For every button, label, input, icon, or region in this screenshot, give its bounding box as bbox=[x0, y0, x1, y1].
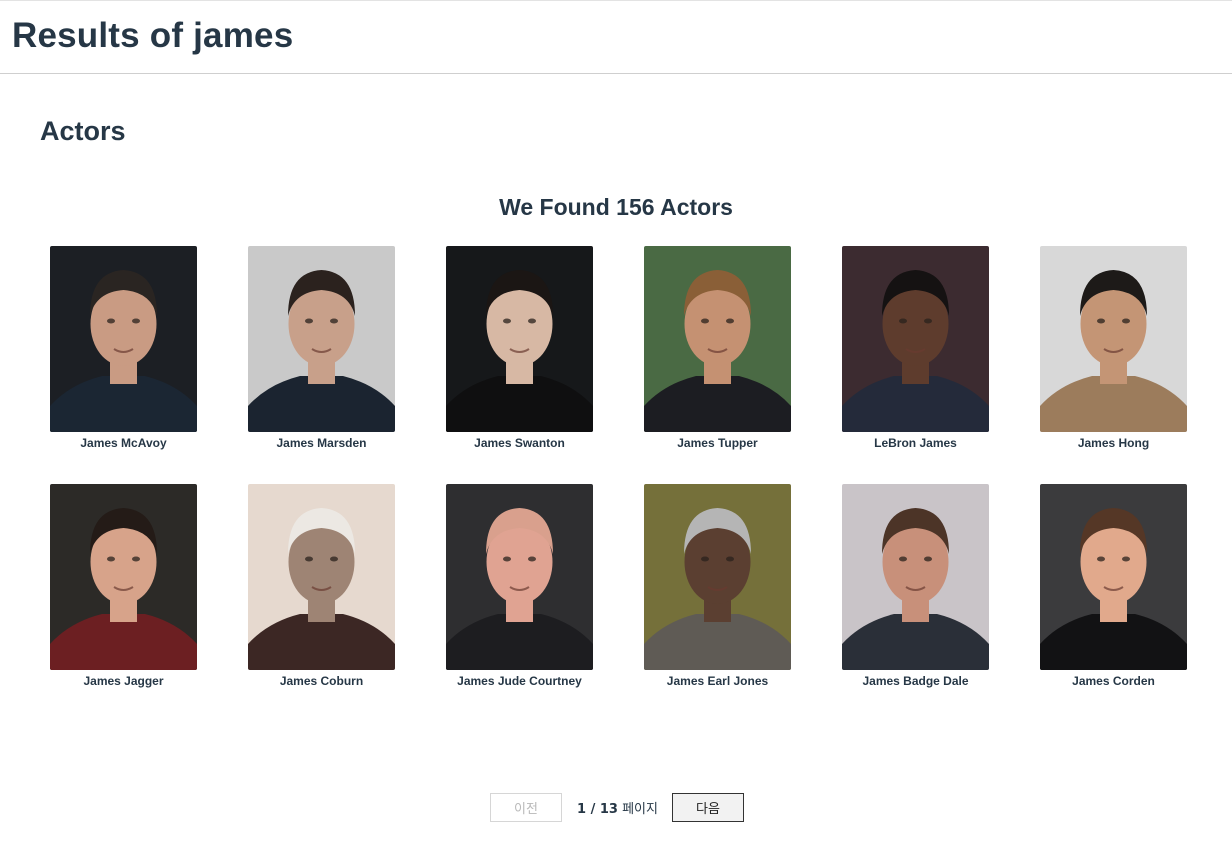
actor-name[interactable]: James Jagger bbox=[50, 674, 197, 688]
actor-name[interactable]: James Swanton bbox=[446, 436, 593, 450]
actor-card[interactable]: James Swanton bbox=[446, 246, 593, 450]
section-title-actors: Actors bbox=[40, 116, 126, 146]
actor-card[interactable]: James Hong bbox=[1040, 246, 1187, 450]
actor-name[interactable]: James Earl Jones bbox=[644, 674, 791, 688]
actor-photo[interactable] bbox=[842, 484, 989, 670]
actor-photo[interactable] bbox=[248, 246, 395, 432]
actor-photo[interactable] bbox=[644, 246, 791, 432]
actor-card[interactable]: James Marsden bbox=[248, 246, 395, 450]
pagination: 이전 1 / 13 페이지 다음 bbox=[490, 793, 744, 822]
actor-name[interactable]: James Marsden bbox=[248, 436, 395, 450]
results-summary: We Found 156 Actors bbox=[499, 194, 733, 220]
actor-photo[interactable] bbox=[644, 484, 791, 670]
page-indicator: 1 / 13 페이지 bbox=[577, 798, 658, 817]
actor-name[interactable]: James Hong bbox=[1040, 436, 1187, 450]
actor-card[interactable]: James McAvoy bbox=[50, 246, 197, 450]
actor-photo[interactable] bbox=[1040, 246, 1187, 432]
prev-page-button[interactable]: 이전 bbox=[490, 793, 562, 822]
actor-card[interactable]: James Corden bbox=[1040, 484, 1187, 688]
actor-grid: James McAvoy James Marsden James Swanton Ja… bbox=[50, 246, 1187, 688]
actor-name[interactable]: James Jude Courtney bbox=[446, 674, 593, 688]
page-separator: / bbox=[586, 802, 600, 817]
actor-name[interactable]: James McAvoy bbox=[50, 436, 197, 450]
page-title: Results of james bbox=[12, 16, 294, 55]
actor-photo[interactable] bbox=[446, 484, 593, 670]
actor-photo[interactable] bbox=[50, 246, 197, 432]
actor-name[interactable]: James Corden bbox=[1040, 674, 1187, 688]
page-suffix: 페이지 bbox=[617, 802, 658, 817]
actor-photo[interactable] bbox=[50, 484, 197, 670]
actor-name[interactable]: James Tupper bbox=[644, 436, 791, 450]
actor-card[interactable]: LeBron James bbox=[842, 246, 989, 450]
actor-photo[interactable] bbox=[1040, 484, 1187, 670]
actor-name[interactable]: LeBron James bbox=[842, 436, 989, 450]
total-pages-number: 13 bbox=[599, 802, 618, 817]
actor-card[interactable]: James Badge Dale bbox=[842, 484, 989, 688]
current-page-number: 1 bbox=[577, 802, 587, 817]
actor-card[interactable]: James Tupper bbox=[644, 246, 791, 450]
actor-photo[interactable] bbox=[248, 484, 395, 670]
actor-photo[interactable] bbox=[842, 246, 989, 432]
actor-card[interactable]: James Coburn bbox=[248, 484, 395, 688]
actor-card[interactable]: James Jude Courtney bbox=[446, 484, 593, 688]
actor-photo[interactable] bbox=[446, 246, 593, 432]
actor-name[interactable]: James Coburn bbox=[248, 674, 395, 688]
actor-name[interactable]: James Badge Dale bbox=[842, 674, 989, 688]
actor-card[interactable]: James Earl Jones bbox=[644, 484, 791, 688]
actor-card[interactable]: James Jagger bbox=[50, 484, 197, 688]
page-header: Results of james bbox=[0, 1, 1232, 74]
next-page-button[interactable]: 다음 bbox=[671, 793, 744, 822]
